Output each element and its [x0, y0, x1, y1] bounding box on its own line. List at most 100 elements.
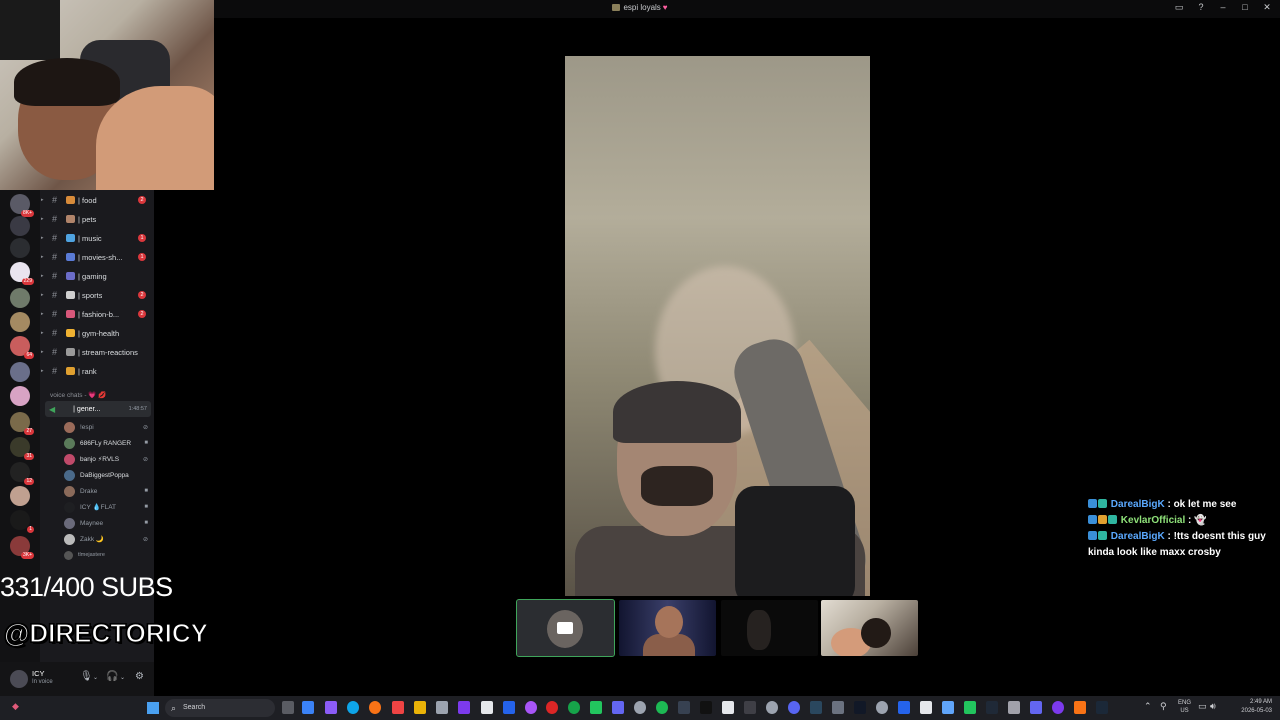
app-icon[interactable] [898, 701, 910, 714]
microphone-icon[interactable]: 🎙 [80, 671, 93, 682]
edge-icon[interactable] [347, 701, 359, 714]
main-video-stream[interactable] [565, 56, 870, 596]
server-icon[interactable] [10, 362, 30, 382]
participant-tile[interactable] [619, 600, 716, 656]
app-icon[interactable] [964, 701, 976, 714]
voice-member[interactable]: Drake ■ [64, 484, 150, 498]
voice-member[interactable]: DaBiggestPoppa [64, 468, 150, 482]
x-icon[interactable] [920, 701, 932, 714]
app-icon[interactable] [832, 701, 844, 714]
chevron-up-icon[interactable]: ⌃ [1144, 701, 1152, 712]
voice-member[interactable]: Maynee ■ [64, 516, 150, 530]
app-icon[interactable] [458, 701, 470, 714]
participant-tile[interactable] [821, 600, 918, 656]
server-icon[interactable]: 64 [10, 336, 34, 359]
app-icon[interactable] [612, 701, 624, 714]
gear-icon[interactable]: ⚙ [135, 671, 144, 682]
chevron-down-icon[interactable]: ⌄ [120, 674, 125, 681]
volume-icon[interactable]: 🔊︎ [1210, 701, 1216, 712]
server-icon[interactable]: 27 [10, 412, 34, 435]
channel-pets[interactable]: ▸ # | pets [40, 211, 154, 227]
steam-icon[interactable] [1096, 701, 1108, 714]
server-icon[interactable]: 3K+ [10, 536, 34, 559]
app-icon[interactable] [876, 701, 888, 714]
file-explorer-icon[interactable] [414, 701, 426, 714]
app-icon[interactable] [986, 701, 998, 714]
minimize-icon[interactable]: – [1218, 2, 1228, 13]
app-icon[interactable] [302, 701, 314, 714]
app-icon[interactable] [436, 701, 448, 714]
app-icon[interactable] [700, 701, 712, 714]
task-view-icon[interactable] [282, 701, 294, 714]
close-icon[interactable]: ✕ [1262, 2, 1272, 13]
voice-member[interactable]: !espi ⊘ [64, 420, 150, 434]
server-icon[interactable]: 229 [10, 262, 34, 285]
app-icon[interactable] [325, 701, 337, 714]
app-icon[interactable] [1008, 701, 1020, 714]
avatar[interactable] [10, 670, 28, 688]
server-icon[interactable] [10, 312, 30, 332]
app-icon[interactable] [854, 701, 866, 714]
channel-fashion[interactable]: ▸ # | fashion-b... 2 [40, 306, 154, 322]
chevron-down-icon[interactable]: ⌄ [93, 674, 98, 681]
app-icon[interactable] [481, 701, 493, 714]
taskbar-search[interactable]: ⌕ Search [165, 699, 275, 717]
caret-icon: ▸ [41, 330, 44, 336]
server-icon[interactable]: 1 [10, 510, 34, 533]
app-icon[interactable] [503, 701, 515, 714]
channel-gym-health[interactable]: ▸ # | gym-health [40, 325, 154, 341]
chrome-icon[interactable] [568, 701, 580, 714]
server-icon[interactable] [10, 216, 30, 236]
channel-sports[interactable]: ▸ # | sports 2 [40, 287, 154, 303]
input-language[interactable]: ENG US [1178, 699, 1191, 715]
server-icon[interactable]: 8K+ [10, 194, 34, 217]
maximize-icon[interactable]: □ [1240, 2, 1250, 13]
app-icon[interactable] [942, 701, 954, 714]
discord-icon[interactable] [788, 701, 800, 714]
app-icon[interactable] [678, 701, 690, 714]
app-icon[interactable] [744, 701, 756, 714]
channel-stream-reactions[interactable]: ▸ # | stream-reactions [40, 344, 154, 360]
channel-music[interactable]: ▸ # | music 1 [40, 230, 154, 246]
voice-channel-general[interactable]: ◀ | gener... 1:48:57 [45, 401, 151, 417]
app-icon[interactable] [722, 701, 734, 714]
server-icon[interactable] [10, 288, 30, 308]
server-icon[interactable]: 12 [10, 462, 34, 485]
server-icon[interactable]: 31 [10, 437, 34, 460]
voice-member[interactable]: 686FLy RANGER ■ [64, 436, 150, 450]
channel-rank[interactable]: ▸ # | rank [40, 363, 154, 379]
spotify-icon[interactable] [656, 701, 668, 714]
voice-member[interactable]: ICY 💧FLAT ■ [64, 500, 150, 514]
channel-gaming[interactable]: ▸ # | gaming [40, 268, 154, 284]
server-icon[interactable] [10, 486, 30, 506]
voice-member[interactable]: tlmejastere [64, 548, 150, 562]
app-icon[interactable]: ◆ [12, 701, 19, 712]
inbox-icon[interactable]: ▭ [1174, 2, 1184, 13]
folder-icon[interactable] [10, 238, 30, 258]
app-icon[interactable] [590, 701, 602, 714]
app-icon[interactable] [634, 701, 646, 714]
app-icon[interactable] [1074, 701, 1086, 714]
participant-tile[interactable] [516, 599, 615, 657]
brave-icon[interactable] [392, 701, 404, 714]
voice-category-header[interactable]: voice chats - 💗 💋 [50, 391, 106, 399]
app-icon[interactable] [1052, 701, 1064, 714]
app-icon[interactable] [766, 701, 778, 714]
channel-movies[interactable]: ▸ # | movies-sh... 1 [40, 249, 154, 265]
server-icon[interactable] [10, 386, 30, 406]
participant-tile[interactable] [721, 600, 818, 656]
channel-food[interactable]: ▸ # | food 2 [40, 192, 154, 208]
network-icon[interactable]: ▭ [1198, 701, 1207, 712]
app-icon[interactable] [810, 701, 822, 714]
headphones-icon[interactable]: 🎧 [106, 671, 118, 682]
app-icon[interactable] [1030, 701, 1042, 714]
firefox-icon[interactable] [369, 701, 381, 714]
help-icon[interactable]: ? [1196, 2, 1206, 13]
voice-member[interactable]: banjo ⚡RVLS ⊘ [64, 452, 150, 466]
clock[interactable]: 2:49 AM 2026-05-03 [1241, 698, 1272, 716]
opera-icon[interactable] [546, 701, 558, 714]
app-icon[interactable]: ⚲ [1160, 701, 1167, 712]
voice-member[interactable]: Zakk 🌙 ⊘ [64, 532, 150, 546]
app-icon[interactable] [525, 701, 537, 714]
windows-start-icon[interactable] [147, 702, 159, 714]
